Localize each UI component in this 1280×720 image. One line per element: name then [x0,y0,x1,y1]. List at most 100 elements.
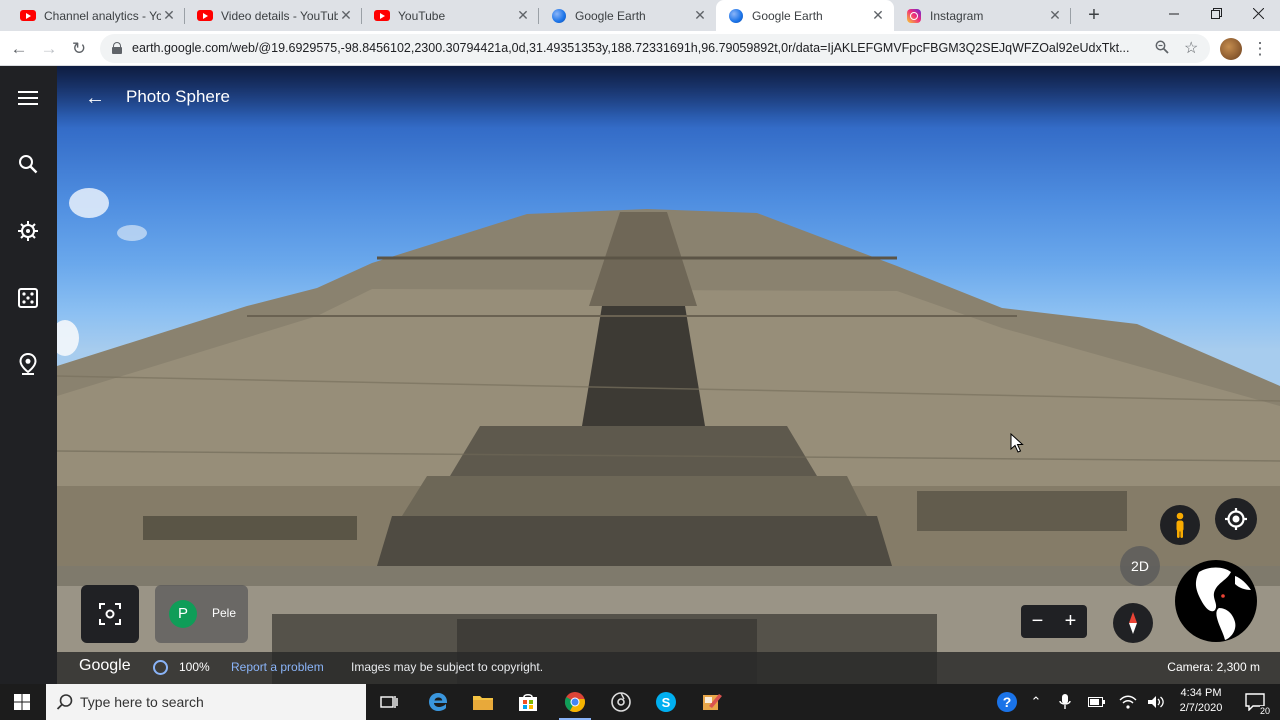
tab-youtube[interactable]: YouTube ✕ [362,0,539,31]
taskbar-paint-app[interactable] [690,684,734,720]
battery-tray-icon[interactable] [1084,684,1110,720]
close-icon [1252,7,1264,20]
svg-text:S: S [662,695,671,710]
notification-count-badge: 20 [1259,706,1270,716]
media-disc-icon [611,692,631,712]
tab-title: YouTube [398,8,446,23]
task-view-button[interactable] [367,684,411,720]
close-icon[interactable]: ✕ [338,7,354,24]
photo-sphere-header: ← Photo Sphere [57,66,1280,128]
report-problem-link[interactable]: Report a problem [231,660,324,674]
youtube-icon [197,8,213,24]
minimize-button[interactable] [1152,0,1196,31]
earth-sidebar [0,66,57,684]
mini-globe-button[interactable] [1175,560,1257,642]
search-icon [56,694,73,710]
instagram-icon [906,8,922,24]
volume-tray-icon[interactable] [1143,684,1169,720]
voyager-icon[interactable] [14,217,42,245]
screenshot-button[interactable] [81,585,139,643]
help-tray-button[interactable]: ? [992,684,1022,720]
wifi-tray-icon[interactable] [1115,684,1141,720]
close-icon[interactable]: ✕ [1047,7,1063,24]
tab-channel-analytics[interactable]: Channel analytics - You ✕ [8,0,185,31]
help-icon: ? [997,692,1017,712]
bookmark-star-icon[interactable]: ☆ [1184,38,1198,58]
profile-avatar[interactable] [1220,38,1242,60]
attribution-bar: Google 100% Report a problem Images may … [57,652,1280,684]
speaker-icon [1148,696,1164,708]
close-icon[interactable]: ✕ [161,7,177,24]
minus-icon: − [1031,610,1044,632]
browser-tab-strip: Channel analytics - You ✕ Video details … [0,0,1280,31]
tab-instagram[interactable]: Instagram ✕ [894,0,1071,31]
close-icon[interactable]: ✕ [692,7,708,24]
back-arrow-icon[interactable]: ← [81,84,109,112]
new-tab-button[interactable]: + [1082,3,1106,27]
browser-toolbar: ← → ↻ earth.google.com/web/@19.6929575,-… [0,31,1280,66]
microphone-tray-icon[interactable] [1053,684,1077,720]
taskbar-chrome[interactable] [553,684,597,720]
youtube-icon [20,8,36,24]
taskbar-search-box[interactable]: Type here to search [46,684,366,720]
close-icon[interactable]: ✕ [870,7,886,24]
paint-icon [703,694,722,710]
wifi-icon [1119,695,1137,709]
restore-button[interactable] [1194,0,1238,31]
page-title: Photo Sphere [126,87,230,106]
search-icon[interactable] [14,150,42,178]
url-text[interactable]: earth.google.com/web/@19.6929575,-98.845… [132,41,1142,55]
forward-button[interactable]: → [35,35,63,63]
reload-icon: ↻ [71,39,87,58]
notifications-button[interactable]: 20 [1238,684,1272,720]
tab-title: Video details - YouTube [221,8,338,23]
skype-icon: S [656,692,676,712]
reload-button[interactable]: ↻ [65,35,93,63]
show-hidden-icons-button[interactable]: ⌃ [1025,684,1047,720]
compass-button[interactable] [1113,603,1153,643]
taskbar-store[interactable] [506,684,550,720]
microphone-icon [1059,694,1071,709]
taskbar-edge[interactable] [416,684,460,720]
taskbar-skype[interactable]: S [644,684,688,720]
2d-toggle-button[interactable]: 2D [1120,546,1160,586]
browser-menu-icon[interactable]: ⋮ [1250,35,1270,63]
close-window-button[interactable] [1236,0,1280,31]
feeling-lucky-dice-icon[interactable] [14,284,42,312]
tab-title: Google Earth [575,8,646,23]
zoom-icon[interactable] [1155,40,1169,57]
contributor-name: Pele [212,606,237,620]
close-icon[interactable]: ✕ [515,7,531,24]
loading-indicator-icon [153,660,168,675]
menu-icon[interactable] [14,84,42,112]
search-placeholder: Type here to search [80,694,204,710]
taskbar-file-explorer[interactable] [461,684,505,720]
chrome-icon [564,692,585,713]
zoom-control: − + [1021,605,1087,638]
zoom-out-button[interactable]: − [1021,605,1054,638]
copyright-notice: Images may be subject to copyright. [351,660,544,674]
tab-video-details[interactable]: Video details - YouTube ✕ [185,0,362,31]
back-button[interactable]: ← [5,35,33,63]
projects-pin-icon[interactable] [14,350,42,378]
address-bar[interactable]: earth.google.com/web/@19.6929575,-98.845… [100,34,1210,63]
start-button[interactable] [0,684,44,720]
avatar: P [169,600,197,628]
restore-icon [1210,8,1222,19]
my-location-button[interactable] [1215,498,1257,540]
youtube-icon [374,8,390,24]
my-location-icon [1225,508,1247,530]
tab-google-earth[interactable]: Google Earth ✕ [539,0,716,31]
zoom-in-button[interactable]: + [1054,605,1087,638]
tab-google-earth-active[interactable]: Google Earth ✕ [716,0,894,31]
plus-icon: + [1064,610,1077,632]
contributor-chip[interactable]: P Pele [155,585,248,643]
clock-date: 2/7/2020 [1179,702,1223,714]
svg-text:?: ? [1003,694,1012,710]
pegman-button[interactable] [1160,505,1200,545]
screenshot-icon [99,603,121,625]
taskbar-media-app[interactable] [599,684,643,720]
taskbar-clock[interactable]: 4:34 PM 2/7/2020 [1170,686,1232,716]
windows-logo-icon [14,694,30,710]
task-view-icon [380,696,398,708]
